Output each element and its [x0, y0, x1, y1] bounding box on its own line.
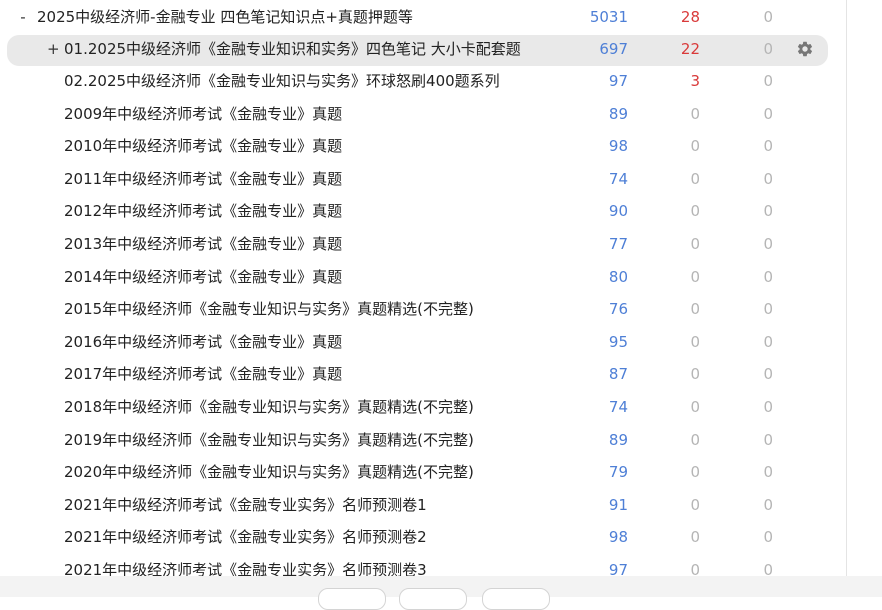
learn-count: 0	[690, 398, 700, 416]
deck-row[interactable]: 2013年中级经济师考试《金融专业》真题 77 0 0	[0, 229, 846, 259]
due-count: 0	[763, 72, 773, 90]
deck-name-link[interactable]: 02.2025中级经济师《金融专业知识与实务》环球怒刷400题系列	[64, 66, 500, 96]
due-count: 0	[763, 463, 773, 481]
new-count: 90	[608, 202, 628, 220]
gear-icon[interactable]	[796, 40, 816, 60]
deck-name-link[interactable]: 2012年中级经济师考试《金融专业》真题	[64, 196, 342, 226]
learn-count: 0	[690, 202, 700, 220]
new-count: 80	[608, 268, 628, 286]
deck-row[interactable]: 2015年中级经济师《金融专业知识与实务》真题精选(不完整) 76 0 0	[0, 294, 846, 324]
deck-row[interactable]: +01.2025中级经济师《金融专业知识和实务》四色笔记 大小卡配套题 697 22…	[0, 34, 846, 66]
due-count: 0	[763, 496, 773, 514]
due-count: 0	[763, 40, 773, 58]
deck-name-link[interactable]: 2014年中级经济师考试《金融专业》真题	[64, 262, 342, 292]
due-count: 0	[763, 528, 773, 546]
new-count: 97	[608, 561, 628, 576]
deck-name-link[interactable]: 2010年中级经济师考试《金融专业》真题	[64, 131, 342, 161]
deck-name-link[interactable]: 2025中级经济师-金融专业 四色笔记知识点+真题押题等	[37, 2, 413, 32]
deck-name-link[interactable]: 2009年中级经济师考试《金融专业》真题	[64, 99, 342, 129]
due-count: 0	[763, 333, 773, 351]
due-count: 0	[763, 202, 773, 220]
due-count: 0	[763, 268, 773, 286]
deck-row[interactable]: 2014年中级经济师考试《金融专业》真题 80 0 0	[0, 262, 846, 292]
learn-count: 0	[690, 105, 700, 123]
deck-name-link[interactable]: 2011年中级经济师考试《金融专业》真题	[64, 164, 342, 194]
deck-name-link[interactable]: 01.2025中级经济师《金融专业知识和实务》四色笔记 大小卡配套题	[64, 34, 521, 64]
deck-row[interactable]: 2010年中级经济师考试《金融专业》真题 98 0 0	[0, 131, 846, 161]
deck-name-link[interactable]: 2016年中级经济师考试《金融专业》真题	[64, 327, 342, 357]
due-count: 0	[763, 137, 773, 155]
learn-count: 0	[690, 235, 700, 253]
learn-count: 3	[690, 72, 700, 90]
deck-row[interactable]: 2016年中级经济师考试《金融专业》真题 95 0 0	[0, 327, 846, 357]
bottom-button[interactable]	[399, 588, 467, 610]
due-count: 0	[763, 398, 773, 416]
due-count: 0	[763, 105, 773, 123]
deck-row[interactable]: 02.2025中级经济师《金融专业知识与实务》环球怒刷400题系列 97 3 0	[0, 66, 846, 96]
new-count: 95	[608, 333, 628, 351]
new-count: 91	[608, 496, 628, 514]
due-count: 0	[763, 300, 773, 318]
learn-count: 0	[690, 365, 700, 383]
deck-name-link[interactable]: 2015年中级经济师《金融专业知识与实务》真题精选(不完整)	[64, 294, 474, 324]
due-count: 0	[763, 170, 773, 188]
new-count: 77	[608, 235, 628, 253]
due-count: 0	[763, 365, 773, 383]
deck-row[interactable]: 2009年中级经济师考试《金融专业》真题 89 0 0	[0, 99, 846, 129]
due-count: 0	[763, 561, 773, 576]
bottom-button[interactable]	[482, 588, 550, 610]
learn-count: 0	[690, 528, 700, 546]
learn-count: 0	[690, 431, 700, 449]
deck-row[interactable]: 2021年中级经济师考试《金融专业实务》名师预测卷2 98 0 0	[0, 522, 846, 552]
collapse-toggle[interactable]: -	[17, 2, 29, 32]
deck-name-link[interactable]: 2018年中级经济师《金融专业知识与实务》真题精选(不完整)	[64, 392, 474, 422]
deck-name-link[interactable]: 2019年中级经济师《金融专业知识与实务》真题精选(不完整)	[64, 425, 474, 455]
learn-count: 0	[690, 333, 700, 351]
new-count: 98	[608, 528, 628, 546]
deck-row[interactable]: -2025中级经济师-金融专业 四色笔记知识点+真题押题等 5031 28 0	[0, 2, 846, 32]
new-count: 79	[608, 463, 628, 481]
expand-toggle[interactable]: +	[47, 34, 60, 64]
deck-row[interactable]: 2012年中级经济师考试《金融专业》真题 90 0 0	[0, 196, 846, 226]
due-count: 0	[763, 431, 773, 449]
learn-count: 0	[690, 300, 700, 318]
learn-count: 0	[690, 170, 700, 188]
due-count: 0	[763, 8, 773, 26]
new-count: 697	[599, 40, 628, 58]
deck-row[interactable]: 2021年中级经济师考试《金融专业实务》名师预测卷3 97 0 0	[0, 555, 846, 576]
deck-name-link[interactable]: 2021年中级经济师考试《金融专业实务》名师预测卷3	[64, 555, 427, 576]
new-count: 97	[608, 72, 628, 90]
deck-name-link[interactable]: 2013年中级经济师考试《金融专业》真题	[64, 229, 342, 259]
deck-row[interactable]: 2021年中级经济师考试《金融专业实务》名师预测卷1 91 0 0	[0, 490, 846, 520]
new-count: 76	[608, 300, 628, 318]
new-count: 98	[608, 137, 628, 155]
learn-count: 0	[690, 496, 700, 514]
due-count: 0	[763, 235, 773, 253]
new-count: 5031	[589, 8, 628, 26]
deck-row[interactable]: 2011年中级经济师考试《金融专业》真题 74 0 0	[0, 164, 846, 194]
new-count: 89	[608, 105, 628, 123]
deck-row[interactable]: 2020年中级经济师《金融专业知识与实务》真题精选(不完整) 79 0 0	[0, 457, 846, 487]
learn-count: 0	[690, 268, 700, 286]
deck-name-link[interactable]: 2017年中级经济师考试《金融专业》真题	[64, 359, 342, 389]
learn-count: 0	[690, 463, 700, 481]
learn-count: 28	[680, 8, 700, 26]
new-count: 74	[608, 170, 628, 188]
new-count: 89	[608, 431, 628, 449]
learn-count: 22	[680, 40, 700, 58]
deck-name-link[interactable]: 2021年中级经济师考试《金融专业实务》名师预测卷1	[64, 490, 427, 520]
scroll-edge	[846, 0, 847, 576]
new-count: 87	[608, 365, 628, 383]
bottom-button[interactable]	[318, 588, 386, 610]
new-count: 74	[608, 398, 628, 416]
deck-row[interactable]: 2017年中级经济师考试《金融专业》真题 87 0 0	[0, 359, 846, 389]
learn-count: 0	[690, 561, 700, 576]
deck-name-link[interactable]: 2021年中级经济师考试《金融专业实务》名师预测卷2	[64, 522, 427, 552]
learn-count: 0	[690, 137, 700, 155]
deck-list: -2025中级经济师-金融专业 四色笔记知识点+真题押题等 5031 28 0 +01.…	[0, 0, 846, 576]
deck-row[interactable]: 2019年中级经济师《金融专业知识与实务》真题精选(不完整) 89 0 0	[0, 425, 846, 455]
deck-name-link[interactable]: 2020年中级经济师《金融专业知识与实务》真题精选(不完整)	[64, 457, 474, 487]
deck-row[interactable]: 2018年中级经济师《金融专业知识与实务》真题精选(不完整) 74 0 0	[0, 392, 846, 422]
